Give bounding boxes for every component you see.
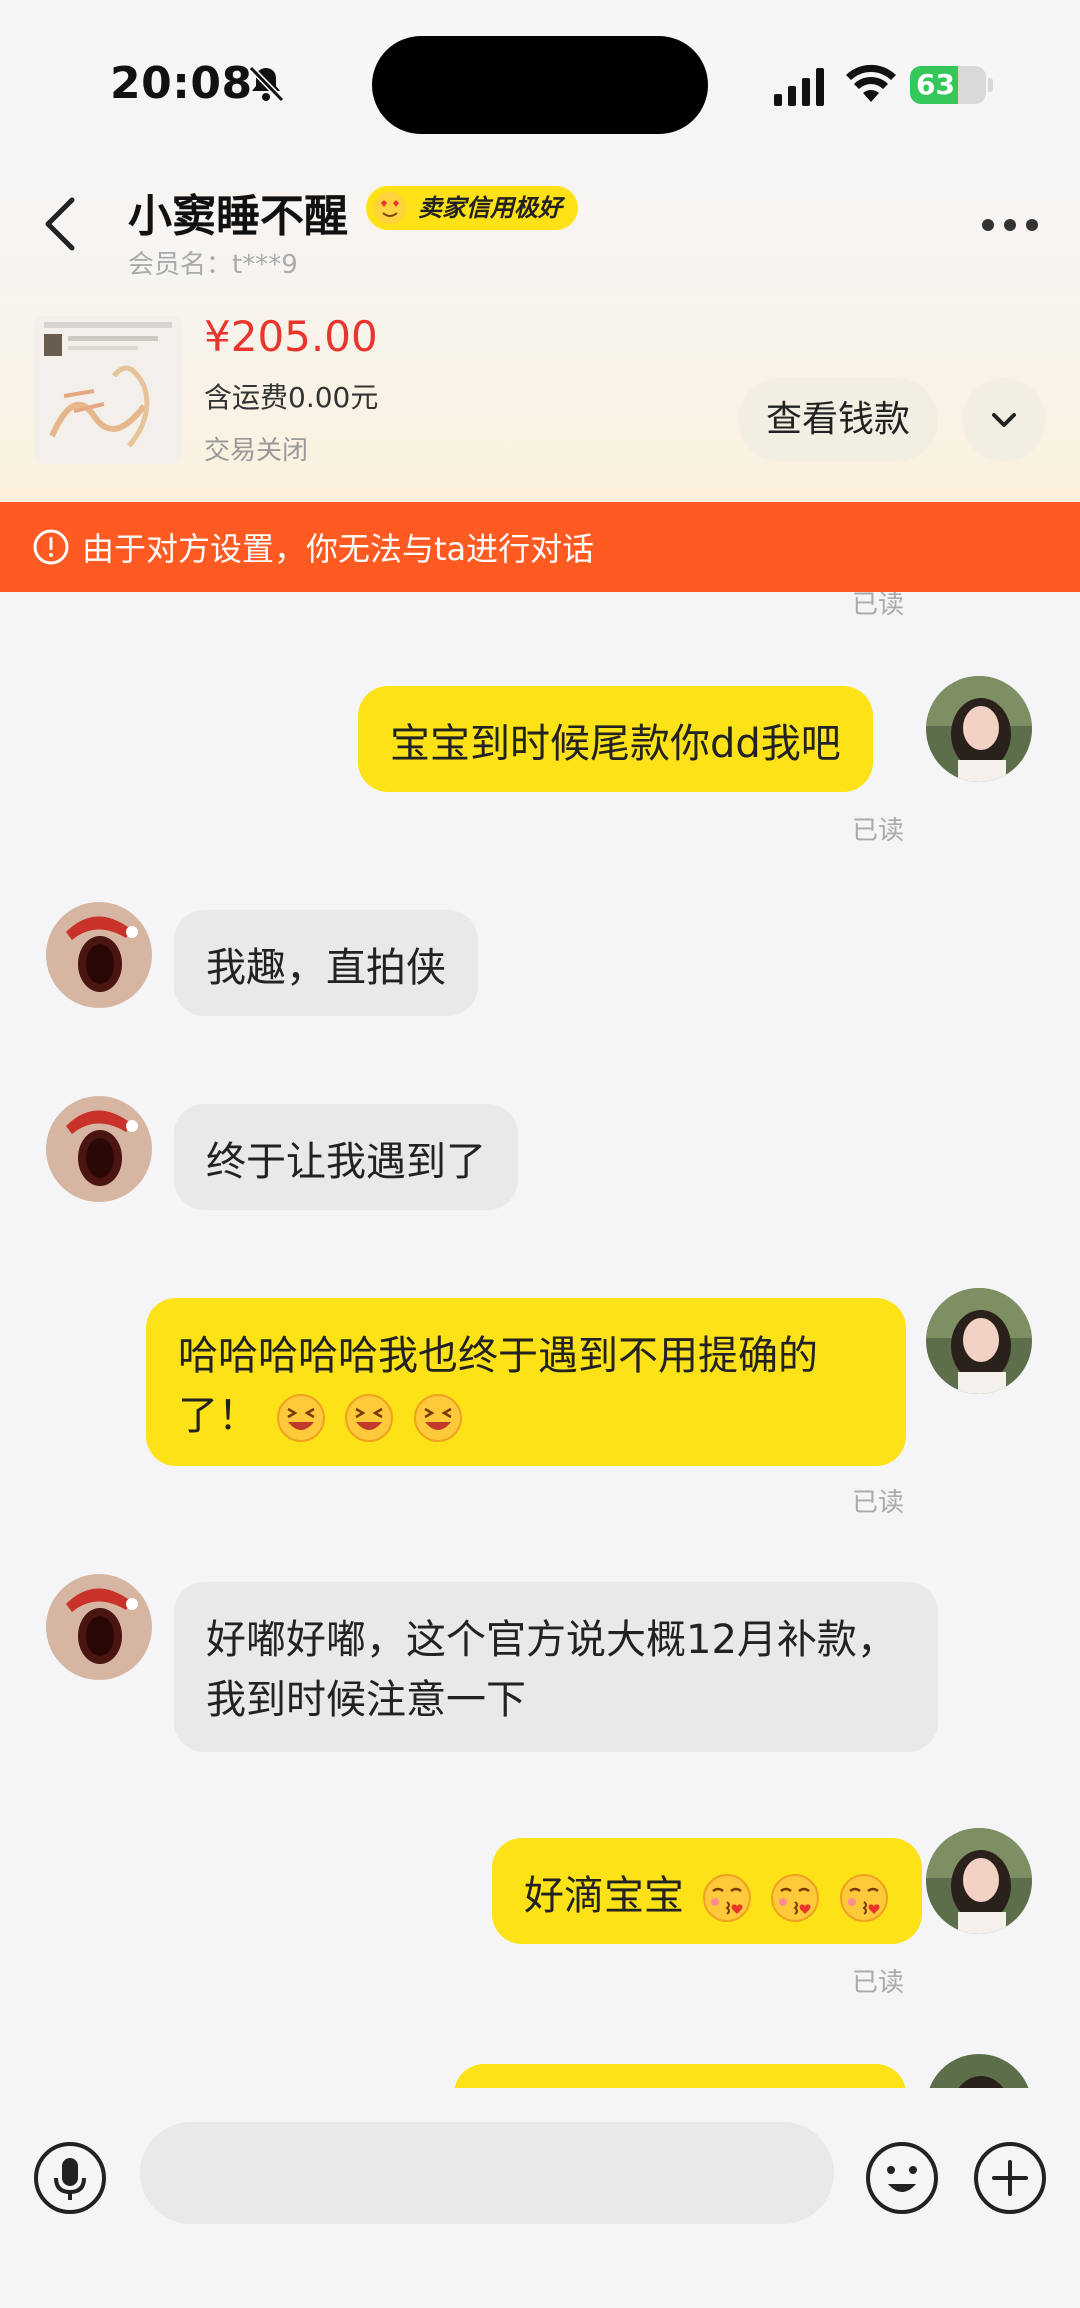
message-bubble-received[interactable]: 终于让我遇到了 [174,1104,518,1210]
wifi-icon [846,64,896,102]
message-input[interactable] [140,2122,834,2224]
status-time: 20:08 [110,58,253,109]
back-chevron-icon[interactable] [40,192,84,256]
contact-avatar[interactable] [46,1096,152,1202]
battery-percent: 63 [916,68,955,101]
order-price: ¥205.00 [204,312,378,361]
user-photo-icon [926,1288,1032,1394]
message-text: 我趣，直拍侠 [206,945,446,991]
read-receipt: 已读 [852,1488,905,1518]
message-text: 好嘟好嘟，这个官方说大概12月补款，我到时候注意一下 [206,1617,897,1723]
message-text: 宝宝到时候尾款你dd我吧 [390,721,841,767]
my-avatar[interactable] [926,2054,1032,2088]
grin-squint-icon [276,1394,325,1442]
heart-eyes-face-icon [374,192,406,224]
battery-indicator: 63 [910,66,986,104]
product-thumbnail[interactable] [34,316,182,464]
chat-screen: 20:08 63 小窦睡不醒 卖家信用极好 会员名：t***9 ¥205.00 … [0,0,1080,2308]
contact-avatar[interactable] [46,1574,152,1680]
kiss-heart-icon [702,1874,751,1922]
user-photo-icon [926,2054,1032,2088]
warning-icon [33,529,69,565]
voice-input-icon[interactable] [32,2140,108,2216]
shipping-fee: 含运费0.00元 [204,381,379,414]
kiss-heart-icon [840,1874,889,1922]
message-bubble-received[interactable]: 我趣，直拍侠 [174,910,478,1016]
member-name: 会员名：t***9 [128,250,298,280]
kiss-heart-icon [771,1874,820,1922]
contact-photo-icon [46,1574,152,1680]
chevron-down-icon [992,413,1016,427]
contact-photo-icon [46,902,152,1008]
user-photo-icon [926,1828,1032,1934]
my-avatar[interactable] [926,1828,1032,1934]
dynamic-island [372,36,708,134]
grin-squint-icon [345,1394,394,1442]
contact-avatar[interactable] [46,902,152,1008]
trade-status: 交易关闭 [204,436,309,466]
credit-badge: 卖家信用极好 [366,186,578,230]
user-photo-icon [926,676,1032,782]
contact-photo-icon [46,1096,152,1202]
banner-text: 由于对方设置，你无法与ta进行对话 [82,530,595,568]
read-receipt: 已读 [852,592,905,620]
message-bubble-sent[interactable]: 哈哈哈哈哈我也终于遇到不用提确的了！ [146,1298,906,1466]
bell-off-icon [248,65,285,103]
contact-name: 小窦睡不醒 [128,191,348,242]
message-text: 终于让我遇到了 [206,1139,486,1185]
input-bar [0,2088,1080,2308]
chat-disabled-banner: 由于对方设置，你无法与ta进行对话 [0,502,1080,592]
chat-messages[interactable]: 已读 宝宝到时候尾款你dd我吧 已读 我趣，直拍侠 终于让我遇到了 哈哈哈哈哈我… [0,592,1080,2088]
product-image-icon [34,316,182,464]
credit-badge-label: 卖家信用极好 [418,194,562,222]
message-bubble-received[interactable]: 好嘟好嘟，这个官方说大概12月补款，我到时候注意一下 [174,1582,938,1752]
message-bubble-sent[interactable]: 好滴宝宝 [492,1838,923,1944]
cellular-signal-icon [774,68,824,106]
read-receipt: 已读 [852,816,905,846]
more-actions-plus-icon[interactable] [972,2140,1048,2216]
grin-squint-icon [414,1394,463,1442]
battery-tip [988,78,993,92]
my-avatar[interactable] [926,1288,1032,1394]
view-payment-button[interactable]: 查看钱款 [738,378,938,462]
my-avatar[interactable] [926,676,1032,782]
message-text: 好滴宝宝 [524,1873,684,1919]
emoji-picker-icon[interactable] [864,2140,940,2216]
more-options-icon[interactable] [980,212,1040,238]
read-receipt: 已读 [852,1968,905,1998]
message-bubble-sent[interactable]: 宝宝到时候尾款你dd我吧 [358,686,873,792]
message-bubble-sent-partial[interactable] [454,2064,906,2088]
expand-order-button[interactable] [962,378,1046,462]
